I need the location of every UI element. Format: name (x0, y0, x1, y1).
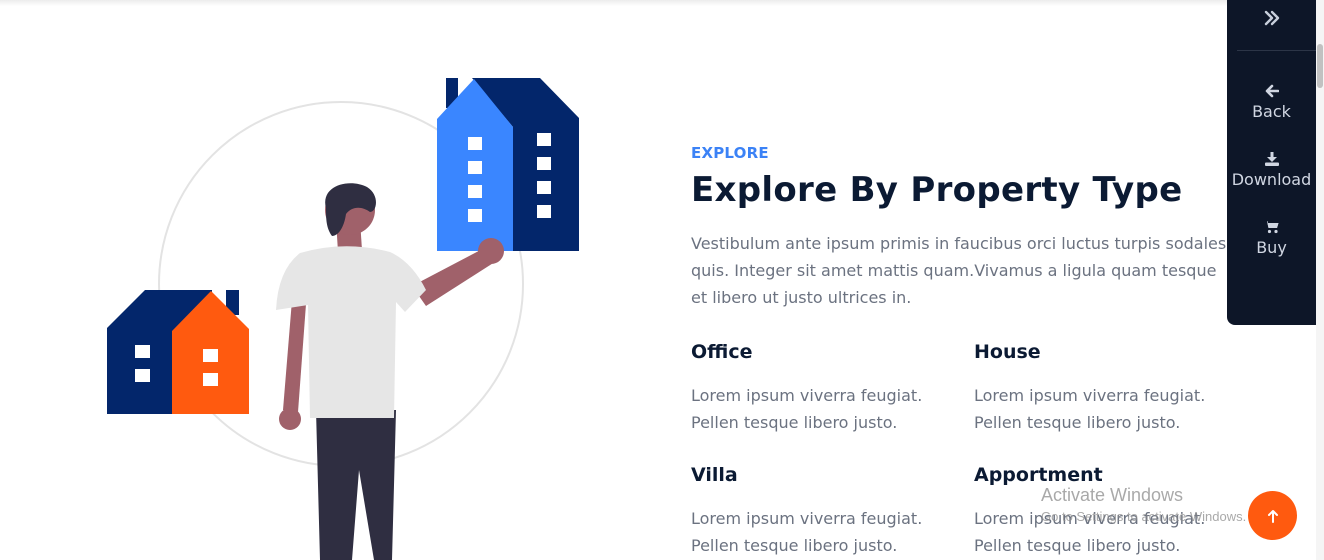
arrow-left-icon (1265, 84, 1279, 98)
property-illustration (107, 78, 579, 560)
property-type-villa: Villa Lorem ipsum viverra feugiat. Pelle… (691, 464, 951, 559)
side-panel: Back Download Buy (1227, 0, 1316, 325)
arrow-up-icon (1267, 509, 1278, 523)
property-type-title: House (974, 341, 1041, 363)
property-type-title: Apportment (974, 464, 1103, 486)
cart-icon (1264, 221, 1279, 234)
buy-label: Buy (1256, 238, 1287, 257)
property-type-description: Lorem ipsum viverra feugiat. Pellen tesq… (691, 509, 923, 555)
property-type-description: Lorem ipsum viverra feugiat. Pellen tesq… (974, 386, 1206, 432)
download-button[interactable]: Download (1227, 152, 1316, 189)
property-type-house: House Lorem ipsum viverra feugiat. Pelle… (974, 341, 1234, 436)
collapse-panel-button[interactable] (1227, 0, 1316, 36)
property-type-office: Office Lorem ipsum viverra feugiat. Pell… (691, 341, 951, 436)
scrollbar-thumb[interactable] (1317, 44, 1323, 88)
watermark-subtitle: Go to Settings to activate Windows. (1041, 509, 1247, 524)
section-eyebrow: EXPLORE (691, 144, 769, 162)
section-intro: Vestibulum ante ipsum primis in faucibus… (691, 234, 1227, 307)
page-scrollbar[interactable] (1316, 0, 1324, 560)
download-label: Download (1231, 170, 1312, 189)
section-title: Explore By Property Type (691, 170, 1183, 210)
watermark-title: Activate Windows (1041, 485, 1184, 505)
small-houses-icon (107, 290, 249, 414)
property-type-description: Lorem ipsum viverra feugiat. Pellen tesq… (691, 386, 923, 432)
back-button[interactable]: Back (1227, 84, 1316, 121)
double-chevron-right-icon (1264, 10, 1279, 26)
buy-button[interactable]: Buy (1227, 220, 1316, 257)
property-type-title: Office (691, 341, 753, 363)
scroll-to-top-button[interactable] (1248, 491, 1297, 540)
activate-windows-watermark: Activate Windows Go to Settings to activ… (1041, 485, 1246, 524)
property-type-title: Villa (691, 464, 738, 486)
back-label: Back (1252, 102, 1291, 121)
download-icon (1264, 152, 1279, 166)
tall-building-icon (437, 78, 579, 251)
panel-divider (1237, 50, 1316, 51)
